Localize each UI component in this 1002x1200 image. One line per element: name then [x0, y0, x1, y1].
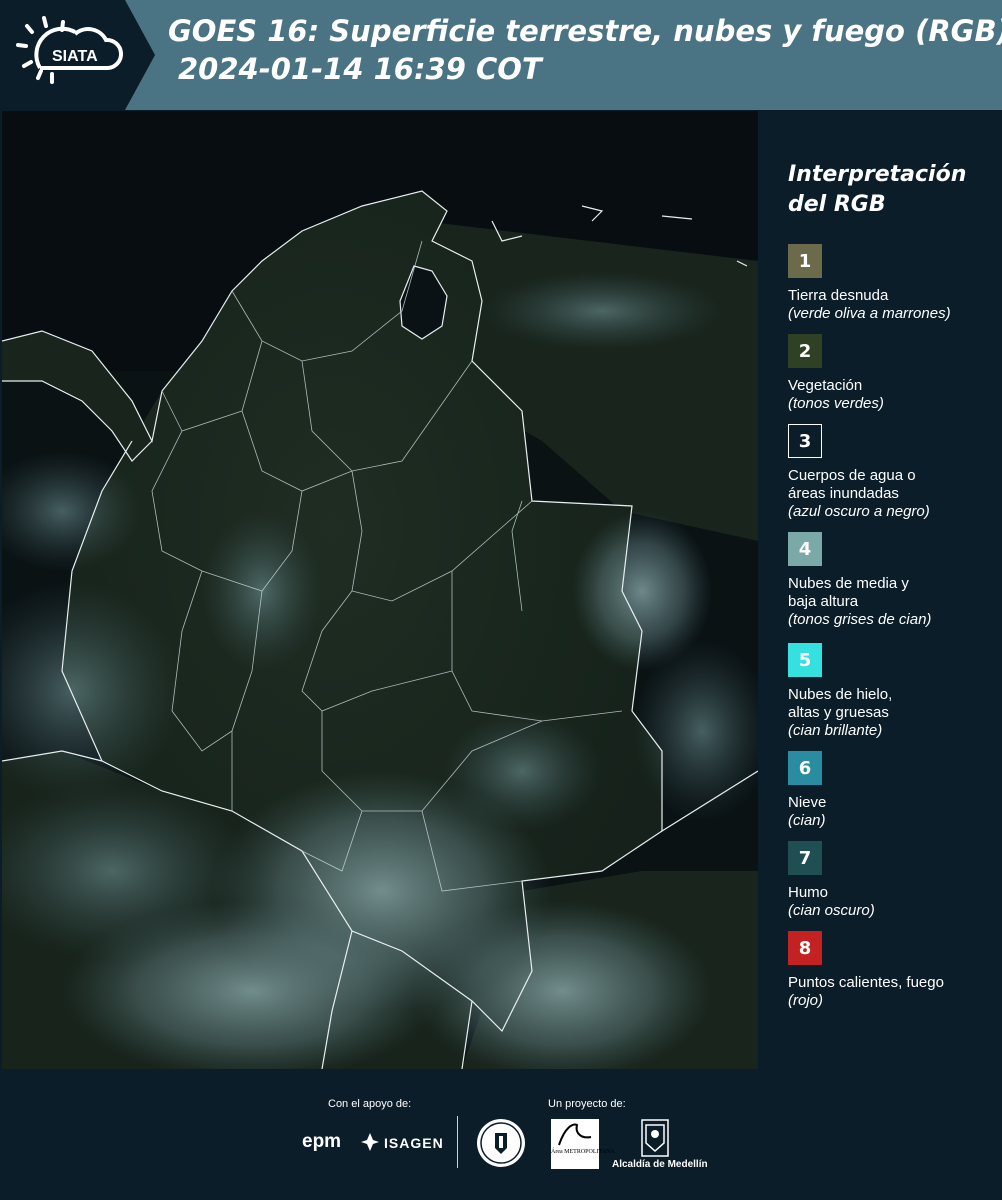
legend: Interpretación del RGB 1 Tierra desnuda … — [788, 160, 993, 1009]
legend-label: Nubes de media y — [788, 575, 909, 592]
header: SIATA GOES 16: Superficie terrestre, nub… — [0, 0, 1002, 110]
legend-label: Puntos calientes, fuego — [788, 974, 944, 991]
legend-label-line2: baja altura — [788, 593, 859, 610]
seal-logo-icon[interactable] — [476, 1118, 526, 1168]
legend-item-bare-ground: 1 Tierra desnuda (verde oliva a marrones… — [788, 244, 993, 323]
amva-logo-text: Área METROPOLITANA — [551, 1149, 615, 1155]
amva-logo-mark — [558, 1123, 592, 1146]
legend-item-vegetation: 2 Vegetación (tonos verdes) — [788, 334, 993, 413]
alcaldia-logo[interactable]: Alcaldía de Medellín — [612, 1159, 708, 1170]
legend-label: Nubes de hielo, — [788, 686, 893, 703]
legend-item-water: 3 Cuerpos de agua o áreas inundadas (azu… — [788, 424, 993, 521]
support-label: Con el apoyo de: — [328, 1098, 412, 1110]
legend-label: Vegetación — [788, 377, 863, 394]
legend-swatch: 4 — [788, 532, 822, 566]
legend-note: (cian brillante) — [788, 722, 883, 739]
siata-logo-text: SIATA — [52, 48, 98, 65]
siata-logo[interactable]: SIATA — [0, 0, 155, 110]
page-title: GOES 16: Superficie terrestre, nubes y f… — [168, 14, 1002, 48]
legend-label: Nieve — [788, 794, 827, 811]
legend-label: Humo — [788, 884, 829, 901]
legend-item-fire: 8 Puntos calientes, fuego (rojo) — [788, 931, 993, 1010]
legend-swatch: 1 — [788, 244, 822, 278]
satellite-map[interactable] — [2, 111, 758, 1069]
alcaldia-shield-icon — [641, 1119, 669, 1157]
footer-divider — [457, 1116, 458, 1168]
legend-note: (cian) — [788, 812, 826, 829]
legend-title-line2: del RGB — [788, 192, 886, 217]
legend-title-line1: Interpretación — [788, 162, 967, 187]
footer: Con el apoyo de: Un proyecto de: epm ISA… — [0, 1070, 1002, 1200]
legend-swatch: 6 — [788, 751, 822, 785]
legend-item-smoke: 7 Humo (cian oscuro) — [788, 841, 993, 920]
legend-item-low-clouds: 4 Nubes de media y baja altura (tonos gr… — [788, 532, 993, 629]
timestamp: 2024-01-14 16:39 COT — [178, 52, 542, 86]
legend-item-ice-clouds: 5 Nubes de hielo, altas y gruesas (cian … — [788, 643, 993, 740]
legend-swatch: 8 — [788, 931, 822, 965]
legend-note: (cian oscuro) — [788, 902, 875, 919]
siata-logo-graphic: SIATA — [0, 0, 155, 110]
legend-note: (rojo) — [788, 992, 824, 1009]
legend-swatch: 2 — [788, 334, 822, 368]
amva-logo[interactable]: Área METROPOLITANA — [551, 1119, 615, 1169]
project-label: Un proyecto de: — [548, 1098, 626, 1110]
map-graphic — [2, 111, 758, 1069]
legend-swatch: 7 — [788, 841, 822, 875]
legend-item-snow: 6 Nieve (cian) — [788, 751, 993, 830]
legend-swatch: 3 — [788, 424, 822, 458]
legend-title: Interpretación del RGB — [788, 160, 993, 220]
epm-logo[interactable]: epm — [302, 1131, 341, 1153]
legend-note: (tonos grises de cian) — [788, 611, 932, 628]
legend-note: (tonos verdes) — [788, 395, 884, 412]
legend-note: (verde oliva a marrones) — [788, 305, 951, 322]
legend-swatch: 5 — [788, 643, 822, 677]
legend-label-line2: altas y gruesas — [788, 704, 889, 721]
isagen-logo-icon — [361, 1133, 379, 1151]
legend-label: Tierra desnuda — [788, 287, 889, 304]
legend-note: (azul oscuro a negro) — [788, 503, 930, 520]
title-box: GOES 16: Superficie terrestre, nubes y f… — [168, 12, 1002, 88]
isagen-logo[interactable]: ISAGEN — [384, 1135, 444, 1151]
legend-label: Cuerpos de agua o — [788, 467, 916, 484]
legend-label-line2: áreas inundadas — [788, 485, 899, 502]
